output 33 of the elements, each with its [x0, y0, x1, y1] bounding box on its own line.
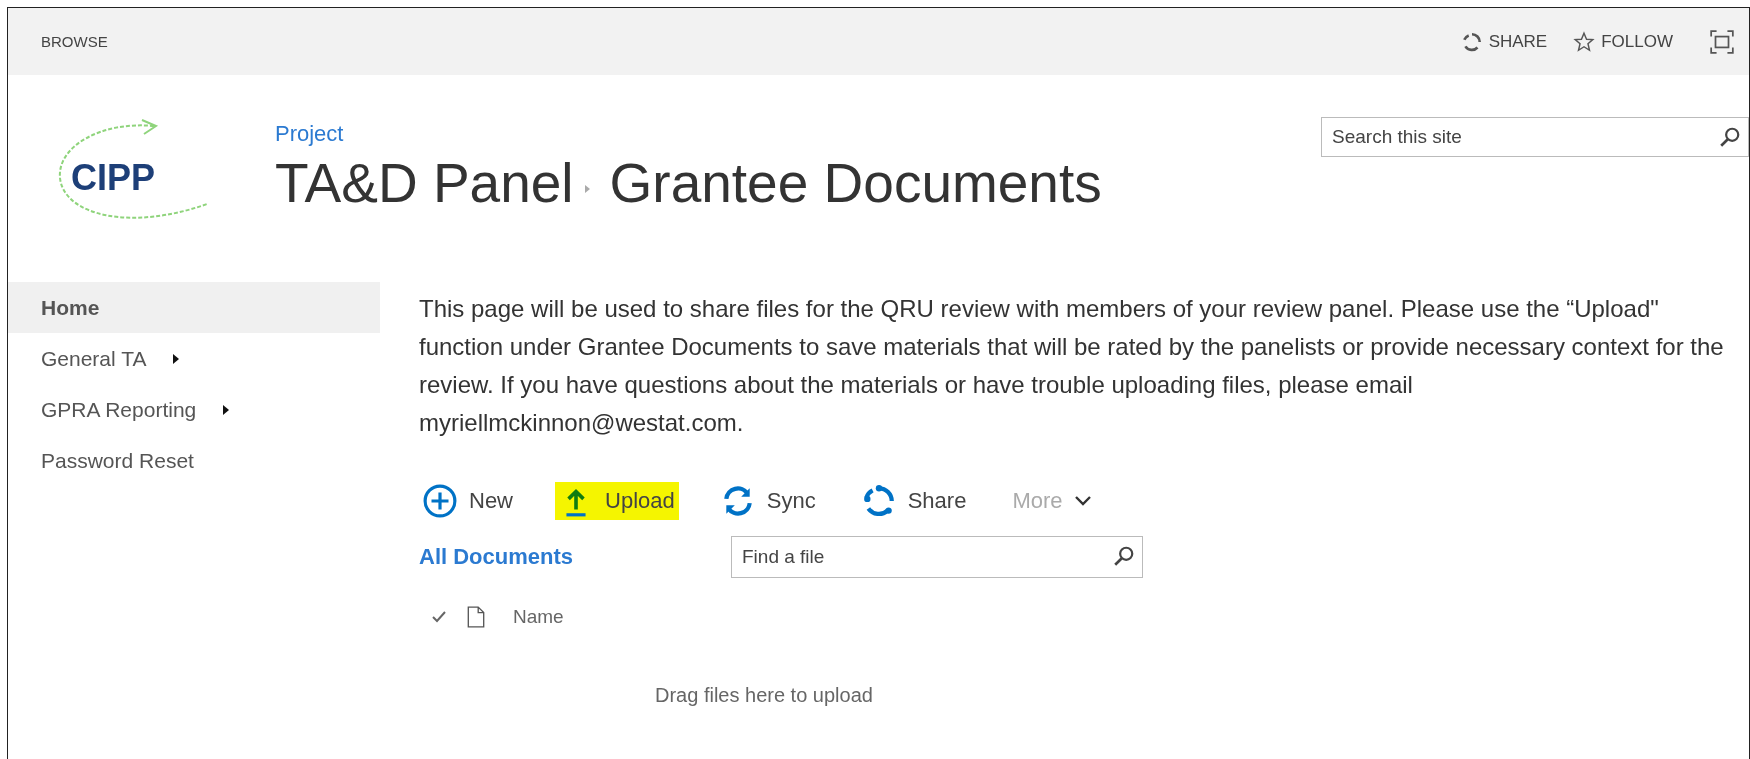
upload-button[interactable]: Upload	[555, 482, 679, 520]
logo[interactable]: CIPP	[41, 115, 213, 237]
share-button[interactable]: Share	[857, 482, 971, 520]
plus-icon	[423, 484, 457, 518]
chevron-down-icon	[1074, 496, 1091, 506]
checkmark-icon[interactable]	[431, 609, 447, 625]
star-icon	[1573, 30, 1596, 53]
sidebar-item[interactable]: Password Reset	[8, 435, 380, 486]
search-field[interactable]: Search this site	[1321, 117, 1749, 157]
sidebar-item[interactable]: Home	[8, 282, 380, 333]
intro-paragraph: This page will be used to share files for the QRU review with members of your review panel. Please use the “Upload" function under Grantee Documents to save materials that will be rated by the panelists or provide necessary context for the review. If you have questions about the materials or have trouble uploading files, please email myriellmckinnon@westat.com.	[419, 294, 1725, 438]
find-field[interactable]: Find a file	[731, 536, 1143, 578]
share-link[interactable]: SHARE	[1460, 30, 1548, 53]
follow-link[interactable]: FOLLOW	[1573, 30, 1673, 53]
empty-message: Drag files here to upload	[655, 684, 874, 707]
document-icon	[467, 606, 485, 628]
page-title: Grantee Documents	[609, 151, 1102, 215]
submenu-arrow-icon[interactable]	[222, 403, 231, 416]
browse-tab[interactable]: BROWSE	[41, 33, 108, 50]
site-link[interactable]: Project	[275, 121, 1102, 147]
submenu-arrow-icon[interactable]	[172, 352, 181, 365]
search-icon[interactable]	[1719, 126, 1741, 148]
sidebar-item[interactable]: GPRA Reporting	[8, 384, 380, 435]
share-icon	[861, 484, 896, 518]
focus-icon[interactable]	[1709, 28, 1735, 55]
breadcrumb-arrow-icon	[583, 184, 592, 194]
view-link[interactable]: All Documents	[419, 544, 731, 570]
search-icon[interactable]	[1113, 545, 1135, 567]
new-button[interactable]: New	[419, 482, 517, 520]
column-header[interactable]: Name	[513, 606, 564, 628]
sidebar-item[interactable]: General TA	[8, 333, 380, 384]
sync-button[interactable]: Sync	[716, 482, 820, 520]
site-title[interactable]: TA&D Panel	[275, 151, 574, 215]
